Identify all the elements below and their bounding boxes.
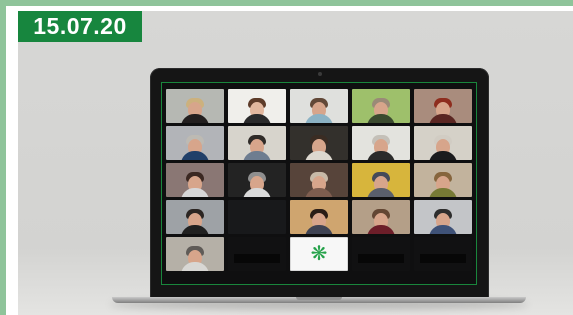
participant-name-bar <box>420 254 466 263</box>
participant-body <box>305 188 333 197</box>
participant-name-bar <box>358 254 404 263</box>
participant-body <box>305 114 333 123</box>
participant-grid: ❋ <box>166 89 476 284</box>
meeting-photo-scene: ❋ <box>18 11 573 315</box>
participant-tile[interactable] <box>352 89 410 123</box>
participant-tile[interactable] <box>228 163 286 197</box>
participant-tile[interactable] <box>352 163 410 197</box>
participant-tile[interactable] <box>166 89 224 123</box>
participant-tile[interactable] <box>166 200 224 234</box>
empty-video-tile[interactable] <box>228 200 286 234</box>
participant-body <box>181 188 209 197</box>
participant-body <box>429 114 457 123</box>
participant-body <box>429 225 457 234</box>
participant-tile[interactable] <box>166 126 224 160</box>
participant-body <box>181 225 209 234</box>
participant-body <box>367 188 395 197</box>
participant-body <box>243 114 271 123</box>
logo-tile[interactable]: ❋ <box>290 237 348 271</box>
participant-tile[interactable] <box>228 89 286 123</box>
participant-tile[interactable] <box>414 163 472 197</box>
participant-body <box>367 114 395 123</box>
camera-off-tile[interactable] <box>414 237 472 271</box>
participant-tile[interactable] <box>290 200 348 234</box>
laptop: ❋ <box>150 68 489 300</box>
participant-tile[interactable] <box>290 126 348 160</box>
participant-tile[interactable] <box>414 200 472 234</box>
participant-body <box>181 262 209 271</box>
participant-name-bar <box>234 254 280 263</box>
participant-body <box>181 151 209 160</box>
camera-dot <box>318 72 322 76</box>
participant-tile[interactable] <box>166 163 224 197</box>
participant-tile[interactable] <box>166 237 224 271</box>
participant-body <box>305 225 333 234</box>
participant-body <box>181 114 209 123</box>
participant-tile[interactable] <box>290 89 348 123</box>
green-asterisk-logo-icon: ❋ <box>310 243 328 265</box>
participant-tile[interactable] <box>352 200 410 234</box>
participant-body <box>243 188 271 197</box>
laptop-notch <box>296 297 342 300</box>
camera-off-tile[interactable] <box>228 237 286 271</box>
participant-body <box>367 151 395 160</box>
video-call-screen: ❋ <box>161 82 477 285</box>
participant-body <box>367 225 395 234</box>
participant-tile[interactable] <box>414 126 472 160</box>
participant-tile[interactable] <box>414 89 472 123</box>
date-badge: 15.07.20 <box>18 11 142 42</box>
participant-body <box>429 188 457 197</box>
participant-body <box>305 151 333 160</box>
participant-body <box>429 151 457 160</box>
participant-tile[interactable] <box>352 126 410 160</box>
participant-tile[interactable] <box>290 163 348 197</box>
participant-body <box>243 151 271 160</box>
participant-tile[interactable] <box>228 126 286 160</box>
camera-off-tile[interactable] <box>352 237 410 271</box>
